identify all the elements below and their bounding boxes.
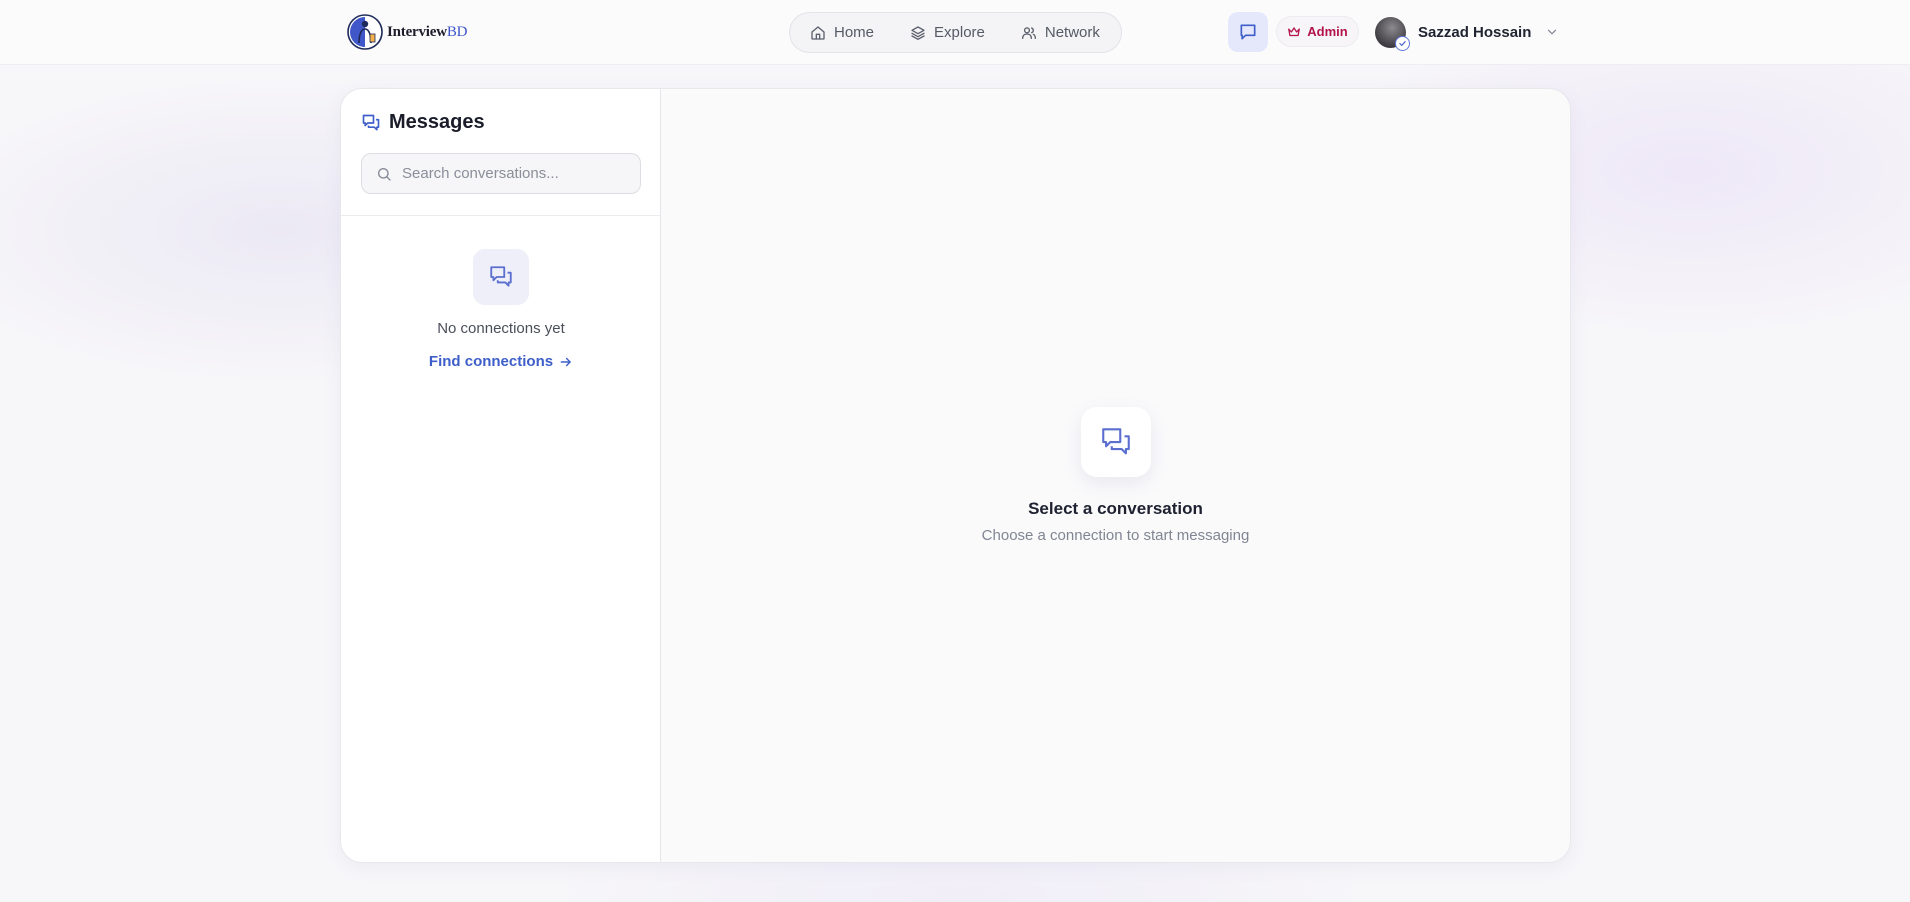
user-menu[interactable]: Sazzad Hossain (1375, 16, 1559, 51)
chevron-down-icon (1548, 29, 1557, 35)
top-header: InterviewBD Home Explore Network Admin S… (0, 0, 1910, 65)
nav-explore-label: Explore (934, 24, 985, 41)
messages-title: Messages (389, 111, 485, 133)
arrow-right-icon (560, 357, 571, 366)
messages-button[interactable] (1228, 12, 1268, 52)
sidebar-title: Messages (361, 111, 485, 134)
nav-network[interactable]: Network (1021, 24, 1100, 41)
avatar (1375, 16, 1410, 51)
nav-network-label: Network (1044, 24, 1100, 41)
search-box[interactable] (361, 153, 641, 194)
sidebar-header: Messages (341, 89, 660, 216)
logo-mark-icon (347, 14, 383, 50)
placeholder-icon-box (1080, 407, 1151, 477)
admin-label: Admin (1307, 24, 1348, 39)
search-icon (378, 167, 391, 181)
nav-home[interactable]: Home (810, 24, 874, 41)
chat-icon (1240, 24, 1256, 40)
select-conversation-placeholder: Select a conversation Choose a connectio… (661, 407, 1570, 544)
conversations-sidebar: Messages No connections yet Find connect… (341, 89, 661, 862)
nav-explore[interactable]: Explore (910, 24, 985, 41)
messages-card: Messages No connections yet Find connect… (340, 88, 1571, 863)
home-icon (811, 25, 825, 40)
find-connections-label: Find connections (428, 353, 554, 370)
chat-bubbles-icon (1101, 428, 1130, 455)
verified-icon (1395, 35, 1410, 51)
logo-text: InterviewBD (387, 23, 468, 40)
conversation-panel: Select a conversation Choose a connectio… (661, 89, 1570, 862)
user-name: Sazzad Hossain (1418, 23, 1532, 41)
crown-icon (1288, 26, 1301, 36)
find-connections-link[interactable]: Find connections (429, 353, 573, 370)
admin-badge[interactable]: Admin (1276, 16, 1359, 47)
messages-icon (362, 114, 380, 130)
search-input[interactable] (402, 165, 632, 182)
main-nav: Home Explore Network (789, 12, 1122, 53)
empty-chat-icon-box (473, 249, 529, 305)
select-conversation-title: Select a conversation (1028, 499, 1203, 518)
chat-bubbles-icon (490, 266, 512, 287)
nav-home-label: Home (834, 24, 875, 41)
brand-logo[interactable]: InterviewBD (346, 13, 468, 51)
select-conversation-subtitle: Choose a connection to start messaging (981, 527, 1250, 544)
sidebar-empty-state: No connections yet Find connections (341, 249, 661, 371)
no-connections-text: No connections yet (437, 320, 565, 337)
users-icon (1021, 26, 1036, 39)
layers-icon (911, 25, 925, 40)
